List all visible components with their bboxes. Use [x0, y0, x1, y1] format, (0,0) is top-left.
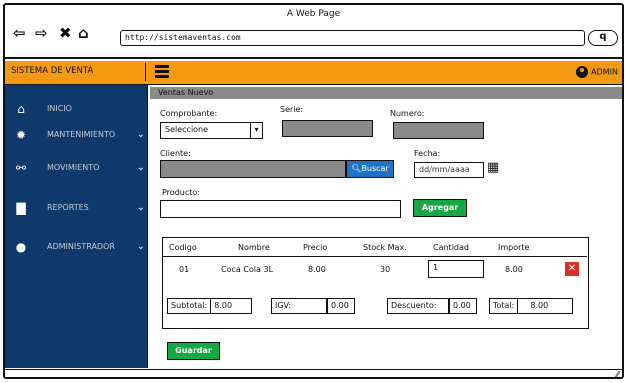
numero-label: Numero:: [390, 109, 425, 118]
igv-value-box: 0.00: [327, 298, 355, 314]
section-title: Ventas Nuevo: [150, 87, 622, 99]
sidebar-item-inicio[interactable]: ⌂ INICIO: [5, 101, 148, 119]
sidebar-item-administrador[interactable]: ● ADMINISTRADOR ⌄: [5, 239, 148, 257]
comprobante-select[interactable]: Seleccione ▾: [160, 122, 263, 139]
hamburger-menu-icon[interactable]: [155, 65, 169, 79]
cell-codigo: 01: [179, 265, 190, 274]
cliente-label: Cliente:: [160, 149, 191, 158]
producto-input[interactable]: [160, 200, 401, 218]
chevron-down-icon: ⌄: [136, 241, 145, 252]
cliente-field[interactable]: [160, 160, 346, 178]
cell-precio: 8.00: [308, 265, 326, 274]
sidebar: ⌂ INICIO ✹ MANTENIMIENTO ⌄ ⚯ MOVIMIENTO …: [5, 85, 148, 368]
delete-row-icon[interactable]: ✕: [565, 262, 579, 276]
sidebar-item-mantenimiento[interactable]: ✹ MANTENIMIENTO ⌄: [5, 127, 148, 145]
sidebar-item-movimiento[interactable]: ⚯ MOVIMIENTO ⌄: [5, 160, 148, 178]
sidebar-item-label: REPORTES: [47, 203, 89, 212]
cell-importe: 8.00: [505, 265, 523, 274]
movement-icon: ⚯: [15, 161, 27, 175]
user-name: ADMIN: [591, 67, 618, 77]
buscar-button[interactable]: 🔍︎Buscar: [346, 160, 394, 178]
total-field: Total: 8.00: [489, 298, 573, 314]
column-header: Nombre: [238, 243, 270, 252]
fecha-label: Fecha:: [414, 149, 441, 158]
app-brand: SISTEMA DE VENTA: [7, 63, 146, 81]
column-header: Codigo: [169, 243, 197, 252]
user-icon: ●: [15, 240, 27, 254]
column-header: Precio: [303, 243, 328, 252]
gear-icon: ✹: [15, 128, 27, 142]
fecha-input[interactable]: dd/mm/aaaa: [414, 162, 484, 178]
browser-window: A Web Page ⇦ ⇨ ✖ ⌂ http://sistemaventas.…: [3, 3, 624, 379]
chevron-down-icon: ▾: [250, 123, 262, 138]
calendar-icon[interactable]: ▦: [487, 160, 499, 175]
chevron-down-icon: ⌄: [136, 202, 145, 213]
cantidad-input[interactable]: 1: [428, 260, 484, 278]
window-title: A Web Page: [286, 9, 341, 19]
serie-field[interactable]: [282, 120, 373, 137]
descuento-value-box: 0.00: [449, 298, 477, 314]
sidebar-item-reportes[interactable]: ▇ REPORTES ⌄: [5, 200, 148, 218]
guardar-button[interactable]: Guardar: [167, 342, 220, 360]
column-header: Importe: [498, 243, 530, 252]
user-avatar-icon: [576, 66, 589, 78]
comprobante-label: Comprobante:: [160, 109, 218, 118]
comprobante-value: Seleccione: [165, 125, 209, 134]
resize-grip-icon[interactable]: ⁄⁄: [616, 370, 619, 377]
column-header: Stock Max.: [363, 243, 407, 252]
chevron-down-icon: ⌄: [136, 129, 145, 140]
cell-stock: 30: [380, 265, 391, 274]
app-topbar: SISTEMA DE VENTA ADMIN: [5, 61, 622, 85]
detalle-table: Codigo Nombre Precio Stock Max. Cantidad…: [162, 237, 589, 329]
home-icon: ⌂: [17, 102, 25, 116]
browser-titlebar: A Web Page ⇦ ⇨ ✖ ⌂ http://sistemaventas.…: [5, 5, 622, 59]
sidebar-item-label: INICIO: [47, 104, 72, 113]
column-header: Cantidad: [433, 243, 469, 252]
agregar-button[interactable]: Agregar: [413, 199, 467, 217]
back-arrow-icon[interactable]: ⇦: [13, 26, 26, 41]
home-icon[interactable]: ⌂: [78, 26, 89, 41]
numero-field[interactable]: [393, 122, 484, 139]
sidebar-item-label: ADMINISTRADOR: [47, 242, 115, 251]
cell-nombre: Coca Cola 3L: [221, 265, 274, 274]
document-icon: ▇: [16, 201, 26, 215]
producto-label: Producto:: [162, 188, 200, 197]
url-input[interactable]: http://sistemaventas.com: [120, 30, 585, 46]
chevron-down-icon: ⌄: [136, 162, 145, 173]
sidebar-item-label: MOVIMIENTO: [47, 163, 100, 172]
table-divider: [163, 256, 587, 257]
serie-label: Serie:: [280, 105, 304, 114]
main-content: Ventas Nuevo Comprobante: Seleccione ▾ S…: [150, 87, 622, 369]
subtotal-field: Subtotal: 8.00: [167, 298, 252, 314]
sidebar-item-label: MANTENIMIENTO: [47, 130, 116, 139]
close-x-icon[interactable]: ✖: [59, 26, 72, 41]
user-menu[interactable]: ADMIN: [576, 66, 618, 78]
descuento-label-box: Descuento:: [387, 298, 449, 314]
status-bar: ⁄⁄: [5, 369, 622, 377]
search-icon[interactable]: q: [588, 30, 618, 46]
search-icon: 🔍︎: [351, 164, 362, 173]
igv-label-box: IGV:: [271, 298, 327, 314]
forward-arrow-icon[interactable]: ⇨: [35, 26, 48, 41]
